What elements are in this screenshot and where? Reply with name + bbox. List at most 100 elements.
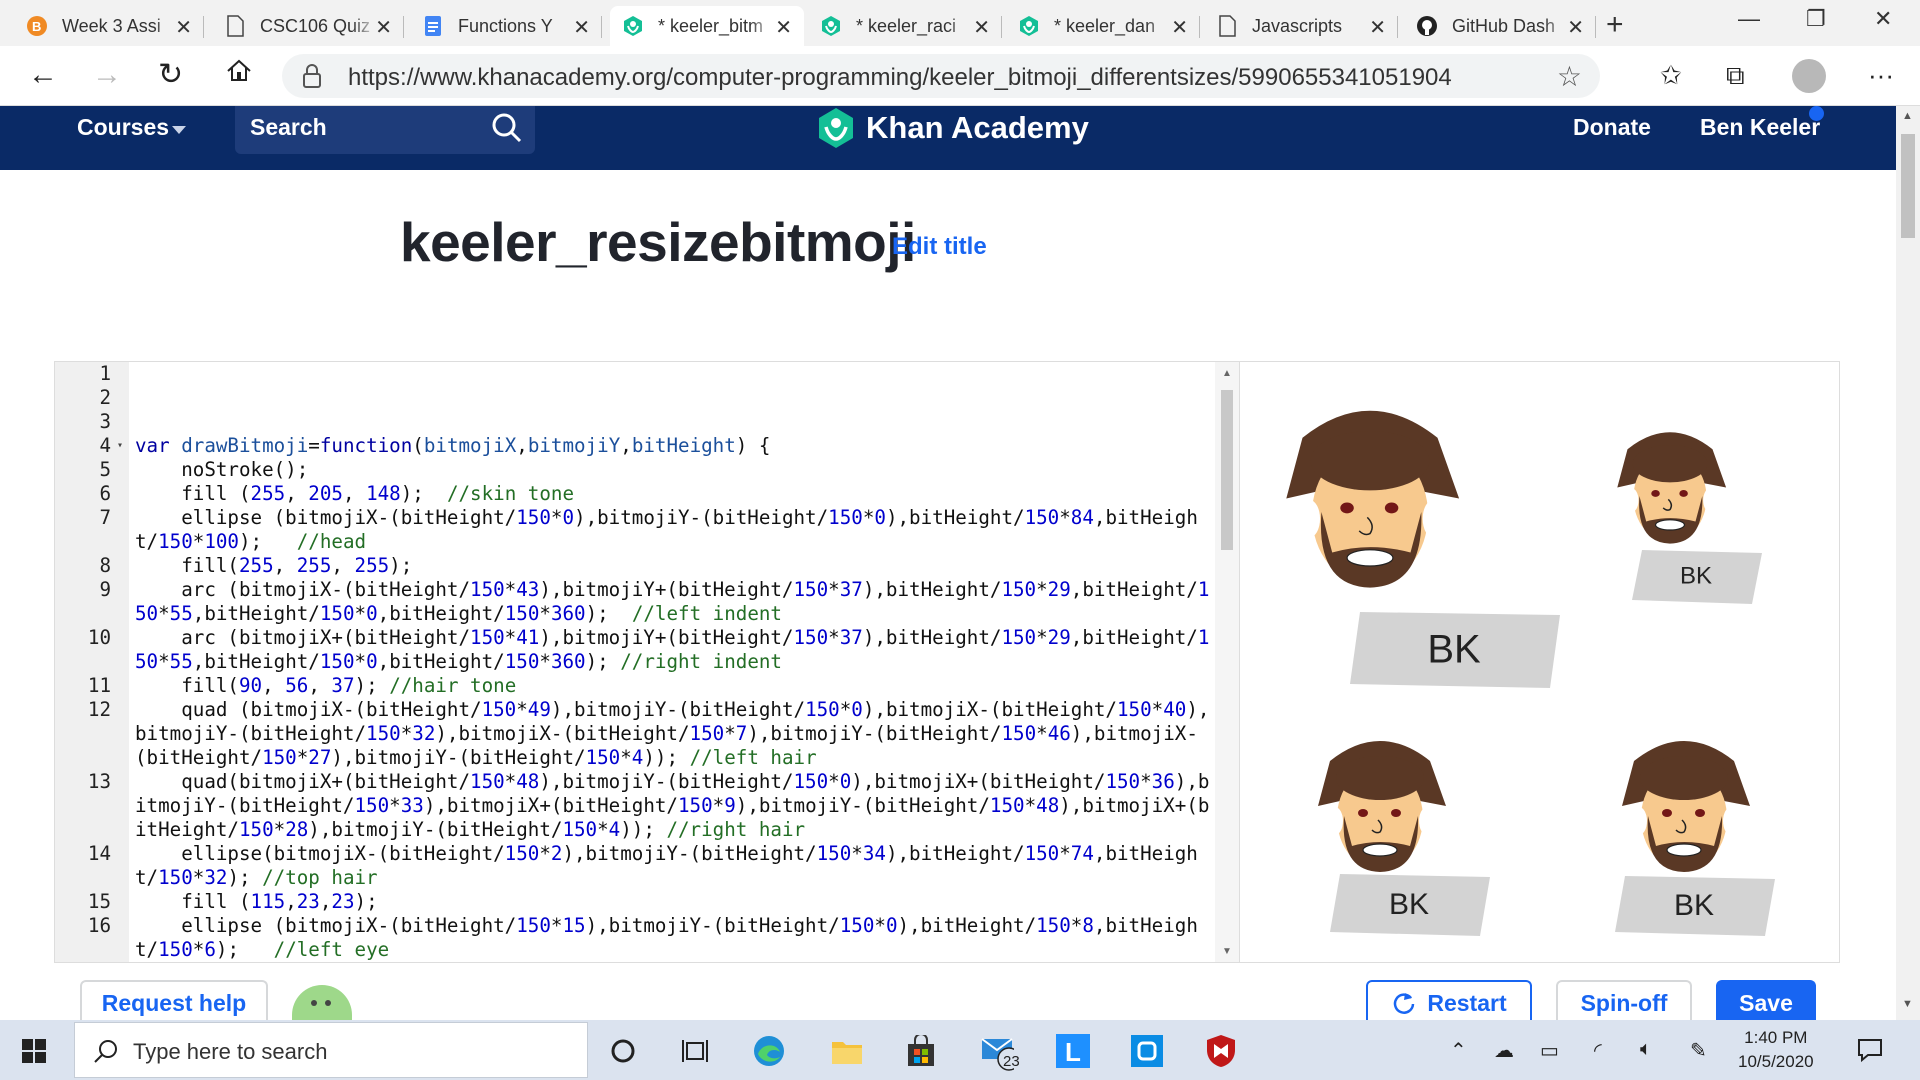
new-tab-icon[interactable]: + bbox=[1606, 8, 1624, 42]
mcafee-icon[interactable] bbox=[1204, 1034, 1238, 1068]
code-line[interactable]: 6 fill (255, 205, 148); //skin tone bbox=[55, 482, 1215, 506]
code-text[interactable] bbox=[129, 410, 1215, 434]
code-line[interactable]: 13 quad(bitmojiX+(bitHeight/150*48),bitm… bbox=[55, 770, 1215, 842]
edge-icon[interactable] bbox=[752, 1034, 786, 1068]
close-icon[interactable]: ✕ bbox=[775, 15, 792, 40]
code-text[interactable]: fill(255, 255, 255); bbox=[129, 554, 1215, 578]
back-icon[interactable]: ← bbox=[28, 60, 58, 90]
fold-arrow-icon[interactable]: ▾ bbox=[111, 434, 129, 458]
cortana-icon[interactable] bbox=[606, 1034, 640, 1068]
windows-start-icon[interactable] bbox=[22, 1039, 46, 1063]
battery-icon[interactable]: ▭ bbox=[1540, 1038, 1559, 1063]
url-text[interactable]: https://www.khanacademy.org/computer-pro… bbox=[348, 64, 1452, 92]
search-box[interactable]: Search bbox=[235, 106, 535, 154]
code-text[interactable] bbox=[129, 362, 1215, 386]
onedrive-icon[interactable]: ☁ bbox=[1494, 1038, 1514, 1063]
request-help-button[interactable]: Request help bbox=[80, 980, 268, 1024]
code-line[interactable]: 15 fill (115,23,23); bbox=[55, 890, 1215, 914]
code-text[interactable]: fill (115,23,23); bbox=[129, 890, 1215, 914]
tab-csc106[interactable]: CSC106 Quiz ✕ bbox=[212, 6, 404, 46]
khan-logo[interactable]: Khan Academy bbox=[816, 106, 1089, 150]
code-line[interactable]: 12 quad (bitmojiX-(bitHeight/150*49),bit… bbox=[55, 698, 1215, 770]
close-icon[interactable]: ✕ bbox=[1369, 15, 1386, 40]
forward-icon[interactable]: → bbox=[92, 60, 122, 90]
code-line[interactable]: 14 ellipse(bitmojiX-(bitHeight/150*2),bi… bbox=[55, 842, 1215, 890]
code-editor[interactable]: 1 2 3 4 ▾ var drawBitmoji=function(bitmojiX,b… bbox=[54, 361, 1240, 963]
code-text[interactable]: ellipse (bitmojiX-(bitHeight/150*15),bit… bbox=[129, 914, 1215, 962]
code-line[interactable]: 7 ellipse (bitmojiX-(bitHeight/150*0),bi… bbox=[55, 506, 1215, 554]
code-text[interactable]: fill (255, 205, 148); //skin tone bbox=[129, 482, 1215, 506]
url-bar[interactable]: https://www.khanacademy.org/computer-pro… bbox=[282, 54, 1600, 98]
tab-keeler-bitmoji[interactable]: * keeler_bitm ✕ bbox=[610, 6, 804, 46]
taskbar-search[interactable]: Type here to search bbox=[74, 1022, 588, 1078]
edit-title-link[interactable]: Edit title bbox=[892, 233, 987, 261]
code-text[interactable]: quad(bitmojiX+(bitHeight/150*48),bitmoji… bbox=[129, 770, 1215, 842]
close-icon[interactable]: ✕ bbox=[175, 15, 192, 40]
code-line[interactable]: 5 noStroke(); bbox=[55, 458, 1215, 482]
refresh-icon[interactable]: ↻ bbox=[158, 60, 183, 90]
code-line[interactable]: 1 bbox=[55, 362, 1215, 386]
close-icon[interactable]: ✕ bbox=[573, 15, 590, 40]
close-icon[interactable]: ✕ bbox=[973, 15, 990, 40]
task-view-icon[interactable] bbox=[678, 1034, 712, 1068]
store-icon[interactable] bbox=[904, 1034, 938, 1068]
code-line[interactable]: 4 ▾ var drawBitmoji=function(bitmojiX,bitm… bbox=[55, 434, 1215, 458]
pen-icon[interactable]: ✎ bbox=[1690, 1038, 1707, 1063]
tab-github[interactable]: GitHub Dash ✕ bbox=[1404, 6, 1596, 46]
tab-javascripts[interactable]: Javascripts ✕ bbox=[1204, 6, 1398, 46]
editor-scrollbar[interactable]: ▲ ▼ bbox=[1215, 362, 1239, 962]
close-window-icon[interactable]: ✕ bbox=[1874, 6, 1892, 32]
code-line[interactable]: 3 bbox=[55, 410, 1215, 434]
code-text[interactable]: arc (bitmojiX+(bitHeight/150*41),bitmoji… bbox=[129, 626, 1215, 674]
favorite-star-icon[interactable]: ☆ bbox=[1557, 60, 1582, 93]
close-icon[interactable]: ✕ bbox=[375, 15, 392, 40]
courses-menu[interactable]: Courses bbox=[77, 114, 169, 141]
home-icon[interactable] bbox=[224, 56, 254, 92]
volume-icon[interactable]: 🔈︎ bbox=[1640, 1038, 1652, 1061]
code-text[interactable]: ellipse(bitmojiX-(bitHeight/150*2),bitmo… bbox=[129, 842, 1215, 890]
code-text[interactable]: var drawBitmoji=function(bitmojiX,bitmoj… bbox=[129, 434, 1215, 458]
code-line[interactable]: 9 arc (bitmojiX-(bitHeight/150*43),bitmo… bbox=[55, 578, 1215, 626]
action-center-icon[interactable] bbox=[1856, 1036, 1884, 1064]
chevron-up-icon[interactable]: ⌃ bbox=[1450, 1038, 1467, 1063]
tab-functions[interactable]: Functions Y ✕ bbox=[410, 6, 602, 46]
l-app-icon[interactable]: L bbox=[1056, 1034, 1090, 1068]
code-text[interactable]: noStroke(); bbox=[129, 458, 1215, 482]
save-button[interactable]: Save bbox=[1716, 980, 1816, 1024]
scroll-up-icon[interactable]: ▲ bbox=[1222, 368, 1232, 379]
scroll-down-icon[interactable]: ▼ bbox=[1902, 998, 1913, 1010]
app-square-icon[interactable] bbox=[1130, 1034, 1164, 1068]
close-icon[interactable]: ✕ bbox=[1171, 15, 1188, 40]
file-explorer-icon[interactable] bbox=[830, 1034, 864, 1068]
scroll-down-icon[interactable]: ▼ bbox=[1222, 946, 1232, 957]
spinoff-button[interactable]: Spin-off bbox=[1556, 980, 1692, 1024]
output-canvas[interactable]: BK BK BK BK bbox=[1240, 361, 1840, 963]
profile-avatar[interactable] bbox=[1792, 59, 1826, 93]
scroll-up-icon[interactable]: ▲ bbox=[1902, 110, 1913, 122]
system-clock[interactable]: 1:40 PM 10/5/2020 bbox=[1738, 1026, 1814, 1074]
code-text[interactable] bbox=[129, 386, 1215, 410]
minimize-icon[interactable]: — bbox=[1738, 6, 1760, 32]
code-line[interactable]: 11 fill(90, 56, 37); //hair tone bbox=[55, 674, 1215, 698]
code-line[interactable]: 10 arc (bitmojiX+(bitHeight/150*41),bitm… bbox=[55, 626, 1215, 674]
user-menu[interactable]: Ben Keeler bbox=[1700, 114, 1820, 141]
code-text[interactable]: ellipse (bitmojiX-(bitHeight/150*0),bitm… bbox=[129, 506, 1215, 554]
code-line[interactable]: 2 bbox=[55, 386, 1215, 410]
page-scrollbar[interactable]: ▲ ▼ bbox=[1896, 106, 1920, 1020]
more-options-icon[interactable]: ··· bbox=[1868, 60, 1894, 91]
code-text[interactable]: fill(90, 56, 37); //hair tone bbox=[129, 674, 1215, 698]
code-area[interactable]: 1 2 3 4 ▾ var drawBitmoji=function(bitmojiX,b… bbox=[55, 362, 1215, 962]
wifi-icon[interactable]: ◜ bbox=[1594, 1038, 1602, 1063]
favorites-icon[interactable]: ✩ bbox=[1660, 60, 1682, 91]
restart-button[interactable]: Restart bbox=[1366, 980, 1532, 1024]
donate-link[interactable]: Donate bbox=[1573, 114, 1651, 141]
code-text[interactable]: quad (bitmojiX-(bitHeight/150*49),bitmoj… bbox=[129, 698, 1215, 770]
close-icon[interactable]: ✕ bbox=[1567, 15, 1584, 40]
scrollbar-thumb[interactable] bbox=[1901, 134, 1915, 238]
code-line[interactable]: 8 fill(255, 255, 255); bbox=[55, 554, 1215, 578]
code-text[interactable]: arc (bitmojiX-(bitHeight/150*43),bitmoji… bbox=[129, 578, 1215, 626]
scrollbar-thumb[interactable] bbox=[1221, 390, 1233, 550]
code-line[interactable]: 16 ellipse (bitmojiX-(bitHeight/150*15),… bbox=[55, 914, 1215, 962]
tab-week3[interactable]: B Week 3 Assi ✕ bbox=[14, 6, 204, 46]
restore-icon[interactable]: ❐ bbox=[1806, 6, 1826, 32]
